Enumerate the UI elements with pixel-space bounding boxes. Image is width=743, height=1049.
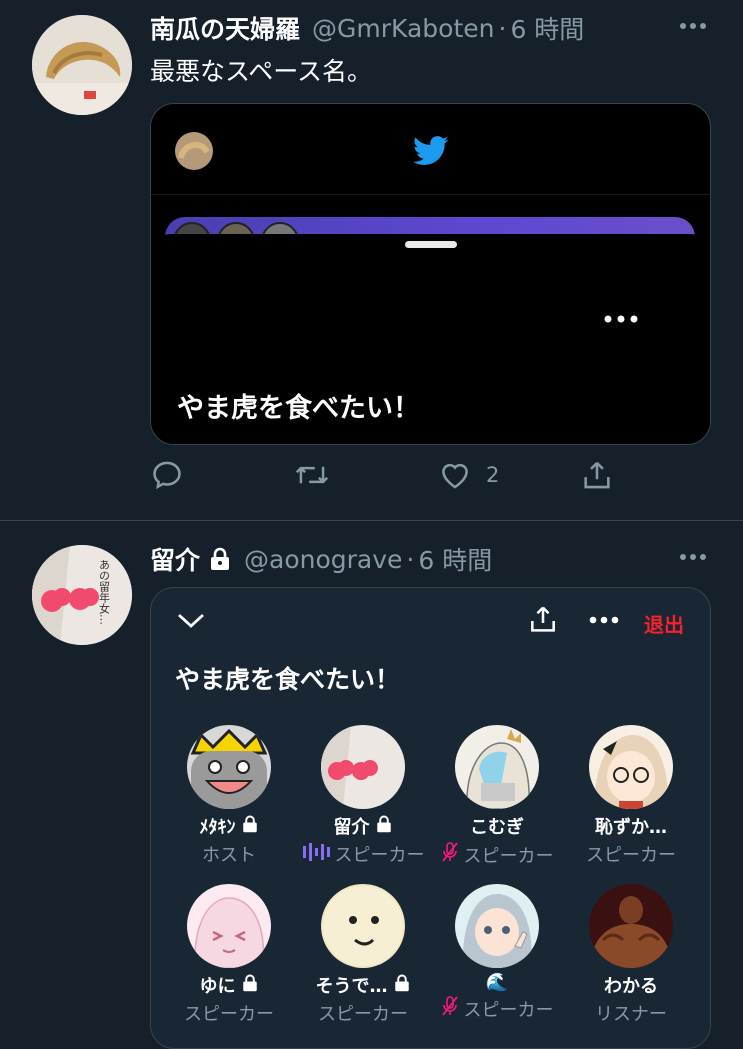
participant-name: こむぎ [470, 817, 524, 838]
more-icon[interactable] [589, 610, 619, 629]
mic-muted-icon [441, 841, 459, 868]
participant-yuni[interactable]: ゆに スピーカー [159, 884, 299, 1026]
space-card[interactable]: 退出 やま虎を食べたい！ ﾒﾀｷﾝ ホスト 留介 スピーカー こむぎ スピーカー… [150, 587, 711, 1049]
participant-wakaru[interactable]: わかる リスナー [561, 884, 701, 1026]
tempura-photo [32, 15, 132, 115]
separator: · [406, 544, 415, 574]
avatar[interactable] [32, 15, 132, 115]
user-handle[interactable]: @GmrKaboten [312, 14, 494, 43]
twitter-bird-icon [413, 136, 449, 170]
participant-role: スピーカー [463, 845, 554, 867]
participant-ryusuke[interactable]: 留介 スピーカー [293, 725, 433, 867]
participant-name: そうで… [315, 976, 388, 997]
lock-icon [208, 546, 232, 572]
mic-muted-icon [441, 995, 459, 1022]
share-icon[interactable] [527, 602, 559, 640]
participant-avatar [321, 884, 405, 968]
timestamp[interactable]: 6 時間 [418, 541, 492, 577]
speaking-indicator-icon [302, 842, 330, 867]
like-count: 2 [486, 463, 500, 487]
participant-name: 恥ずか… [595, 817, 667, 838]
share-icon[interactable] [580, 458, 614, 492]
participant-komugi[interactable]: こむぎ スピーカー [427, 725, 567, 868]
tweet-text: 最悪なスペース名。 [150, 57, 373, 86]
space-screenshot-card[interactable]: やま虎を食べたい！ [150, 103, 711, 445]
avatar-caption: あの留年女… [98, 559, 111, 625]
tweet-actions: 2 [150, 458, 620, 500]
mini-avatar [175, 132, 213, 170]
participant-avatar [455, 725, 539, 809]
retweet-icon[interactable] [294, 458, 330, 492]
participant-avatar [589, 725, 673, 809]
participant-role: スピーカー [334, 845, 425, 866]
leave-button[interactable]: 退出 [644, 609, 684, 638]
avatar[interactable]: あの留年女… [32, 545, 132, 645]
display-name[interactable]: 南瓜の天婦羅 [150, 10, 300, 46]
timestamp[interactable]: 6 時間 [510, 10, 584, 46]
like-button[interactable]: 2 [438, 458, 499, 492]
more-icon[interactable] [603, 309, 639, 328]
user-handle[interactable]: @aonograve [244, 545, 402, 574]
space-title: やま虎を食べたい！ [177, 393, 420, 424]
lock-icon [241, 973, 259, 998]
participant-name: ゆに [199, 976, 236, 997]
heart-icon [438, 458, 472, 492]
participant-role: スピーカー [463, 999, 554, 1021]
manga-avatar: あの留年女… [32, 545, 132, 645]
participant-metakin[interactable]: ﾒﾀｷﾝ ホスト [159, 725, 299, 867]
tweet-1[interactable]: 南瓜の天婦羅 @GmrKaboten · 6 時間 最悪なスペース名。 やま虎を… [0, 0, 743, 521]
participant-role: リスナー [595, 1004, 667, 1025]
more-icon[interactable] [679, 12, 707, 40]
participant-name: わかる [604, 976, 658, 997]
separator: · [498, 13, 507, 43]
lock-icon [375, 814, 393, 839]
participant-name: 🌊 [485, 972, 509, 993]
space-title: やま虎を食べたい！ [175, 665, 401, 694]
participant-avatar [187, 725, 271, 809]
more-icon[interactable] [679, 543, 707, 571]
participant-wave[interactable]: 🌊 スピーカー [427, 884, 567, 1022]
lock-icon [241, 814, 259, 839]
display-name[interactable]: 留介 [150, 541, 200, 577]
participant-avatar [187, 884, 271, 968]
lock-icon [393, 973, 411, 998]
sheet-handle[interactable] [405, 241, 457, 248]
participant-name: 留介 [333, 817, 370, 838]
participant-name: ﾒﾀｷﾝ [199, 817, 236, 838]
chevron-down-icon[interactable] [175, 606, 207, 638]
tweet-2[interactable]: あの留年女… 留介 @aonograve · 6 時間 退出 やま虎を食べたい！ [0, 521, 743, 1049]
participant-role: ホスト [202, 845, 256, 866]
participant-avatar [321, 725, 405, 809]
participant-role: スピーカー [586, 845, 676, 866]
participant-hazuka[interactable]: 恥ずか… スピーカー [561, 725, 701, 867]
participant-role: スピーカー [318, 1004, 408, 1025]
reply-icon[interactable] [150, 458, 184, 492]
participant-soude[interactable]: そうで… スピーカー [293, 884, 433, 1026]
participant-avatar [455, 884, 539, 968]
participant-role: スピーカー [184, 1004, 274, 1025]
participant-avatar [589, 884, 673, 968]
